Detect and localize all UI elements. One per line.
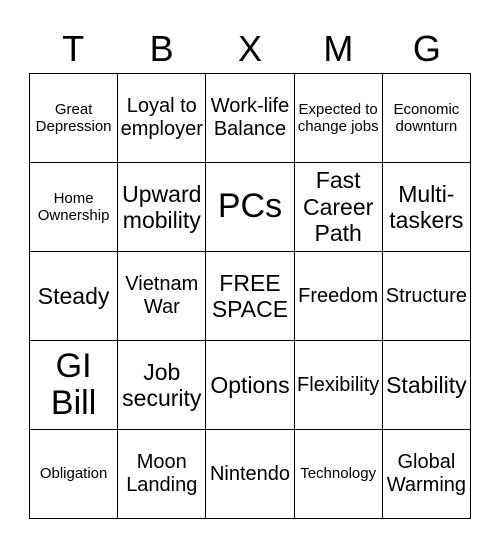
bingo-cell[interactable]: Obligation [28, 429, 119, 519]
bingo-cell[interactable]: Structure [381, 251, 472, 341]
bingo-cell[interactable]: Expected to change jobs [293, 73, 383, 163]
bingo-cell[interactable]: Freedom [293, 251, 383, 341]
bingo-row: Home Ownership Upward mobility PCs Fast Car… [28, 162, 472, 252]
bingo-cell[interactable]: Loyal to employer [117, 73, 207, 163]
bingo-cell[interactable]: Economic downturn [381, 73, 472, 163]
header-letter: T [62, 28, 85, 69]
bingo-cell[interactable]: Global Warming [381, 429, 472, 519]
bingo-cell[interactable]: Upward mobility [117, 162, 207, 252]
bingo-cell[interactable]: Flexibility [293, 340, 383, 430]
header-letter: B [149, 28, 174, 69]
bingo-cell[interactable]: Home Ownership [28, 162, 119, 252]
header-letter: M [323, 28, 354, 69]
bingo-cell[interactable]: FREE SPACE [205, 251, 295, 341]
bingo-cell[interactable]: Steady [28, 251, 119, 341]
bingo-row: Steady Vietnam War FREE SPACE Freedom Struct… [28, 251, 472, 341]
bingo-row: Obligation Moon Landing Nintendo Technology… [28, 429, 472, 519]
bingo-cell[interactable]: PCs [205, 162, 295, 252]
bingo-cell[interactable]: Work-life Balance [205, 73, 295, 163]
bingo-cell[interactable]: Fast Career Path [293, 162, 383, 252]
header-letter: X [238, 28, 263, 69]
bingo-row: Great Depression Loyal to employer Work-li… [28, 73, 472, 163]
bingo-cell[interactable]: Job security [117, 340, 207, 430]
bingo-cell[interactable]: Stability [381, 340, 472, 430]
bingo-cell[interactable]: Multi-taskers [381, 162, 472, 252]
bingo-grid: Great Depression Loyal to employer Work-li… [28, 73, 472, 519]
header-letter: G [412, 28, 441, 69]
bingo-cell[interactable]: GI Bill [28, 340, 119, 430]
bingo-header: T B X M G [29, 24, 471, 74]
bingo-cell[interactable]: Moon Landing [117, 429, 207, 519]
bingo-cell[interactable]: Great Depression [28, 73, 119, 163]
bingo-row: GI Bill Job security Options Flexibility Sta… [28, 340, 472, 430]
bingo-cell[interactable]: Nintendo [205, 429, 295, 519]
bingo-cell[interactable]: Vietnam War [117, 251, 207, 341]
bingo-cell[interactable]: Options [205, 340, 295, 430]
bingo-cell[interactable]: Technology [293, 429, 383, 519]
